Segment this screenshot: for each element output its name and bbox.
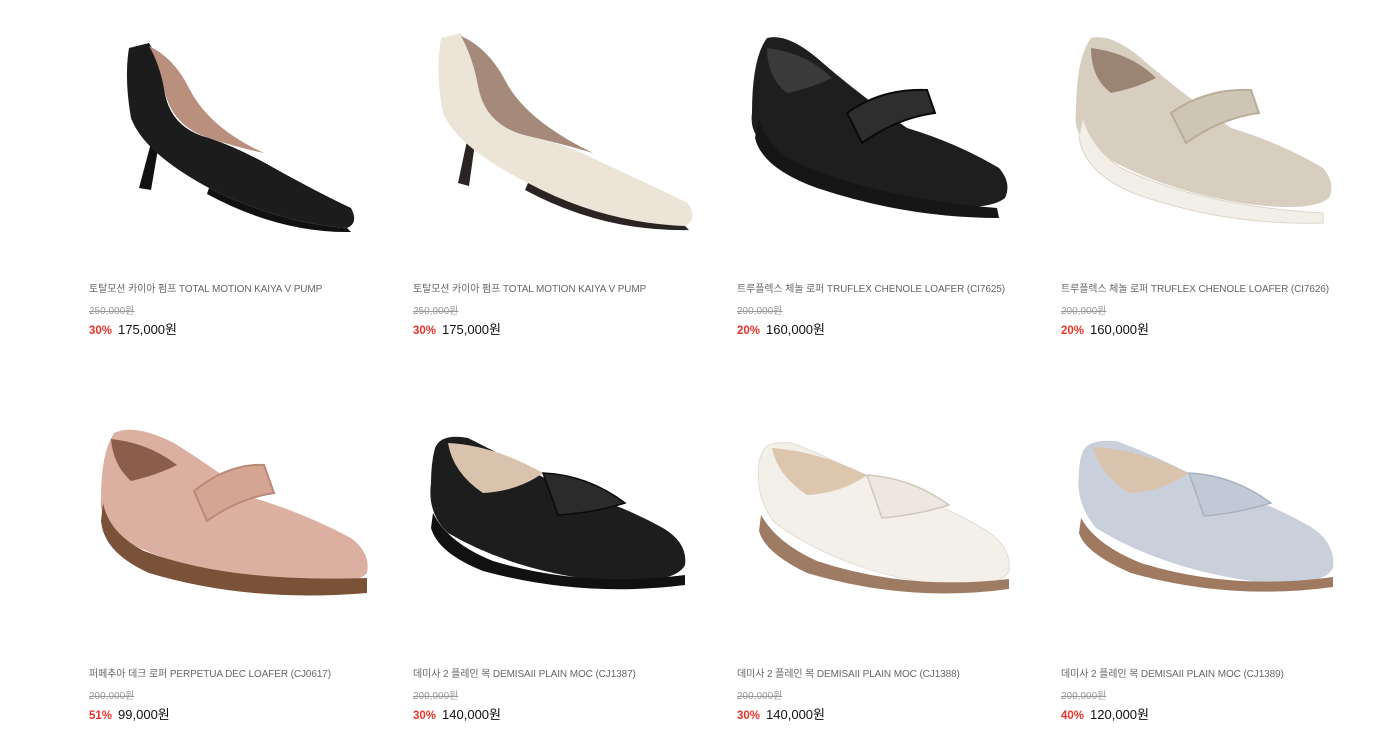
sale-price: 120,000원 [1090,707,1149,722]
product-image-link[interactable] [1061,18,1351,258]
product-name[interactable]: 데미사 2 플레인 목 DEMISAII PLAIN MOC (CJ1389) [1061,665,1284,680]
discount-rate: 30% [413,710,437,722]
price-row: 40% 120,000원 [1061,704,1149,723]
sale-price: 160,000원 [766,322,825,337]
product-image [1075,37,1332,224]
price-row: 51% 99,000원 [89,704,170,723]
sale-price: 140,000원 [442,707,501,722]
original-price: 200,000원 [737,691,783,702]
price-row: 30% 140,000원 [737,704,825,723]
price-row: 30% 175,000원 [413,319,501,338]
product-image [757,442,1010,594]
product-image-link[interactable] [413,403,703,643]
original-price: 200,000원 [413,691,459,702]
original-price: 250,000원 [413,306,459,317]
price-row: 30% 140,000원 [413,704,501,723]
discount-rate: 30% [413,325,437,337]
product-image [126,43,355,233]
discount-rate: 30% [737,710,761,722]
original-price: 200,000원 [737,306,783,317]
product-image-link[interactable] [1061,403,1351,643]
original-price: 200,000원 [89,691,135,702]
product-image-link[interactable] [413,18,703,258]
product-image-link[interactable] [737,18,1027,258]
original-price: 200,000원 [1061,691,1107,702]
product-image-link[interactable] [89,403,379,643]
discount-rate: 30% [89,325,113,337]
price-row: 20% 160,000원 [737,319,825,338]
product-name[interactable]: 데미사 2 플레인 목 DEMISAII PLAIN MOC (CJ1387) [413,665,636,680]
discount-rate: 20% [1061,325,1085,337]
product-name[interactable]: 퍼페추아 데크 로퍼 PERPETUA DEC LOAFER (CJ0617) [89,665,331,680]
product-name[interactable]: 토탈모션 카이아 펌프 TOTAL MOTION KAIYA V PUMP [413,280,646,295]
price-row: 20% 160,000원 [1061,319,1149,338]
discount-rate: 40% [1061,710,1085,722]
product-image-link[interactable] [89,18,379,258]
product-image [100,429,368,596]
sale-price: 175,000원 [442,322,501,337]
original-price: 250,000원 [89,306,135,317]
sale-price: 160,000원 [1090,322,1149,337]
product-image-link[interactable] [737,403,1027,643]
sale-price: 140,000원 [766,707,825,722]
price-row: 30% 175,000원 [89,319,177,338]
product-name[interactable]: 트루플렉스 체놀 로퍼 TRUFLEX CHENOLE LOAFER (CI76… [737,280,1005,295]
discount-rate: 51% [89,710,113,722]
product-image [1078,440,1334,592]
product-image [430,436,686,590]
product-image [751,37,1008,218]
product-name[interactable]: 데미사 2 플레인 목 DEMISAII PLAIN MOC (CJ1388) [737,665,960,680]
sale-price: 99,000원 [118,707,170,722]
product-name[interactable]: 트루플렉스 체놀 로퍼 TRUFLEX CHENOLE LOAFER (CI76… [1061,280,1329,295]
product-name[interactable]: 토탈모션 카이아 펌프 TOTAL MOTION KAIYA V PUMP [89,280,322,295]
discount-rate: 20% [737,325,761,337]
product-image [438,33,693,231]
original-price: 200,000원 [1061,306,1107,317]
sale-price: 175,000원 [118,322,177,337]
